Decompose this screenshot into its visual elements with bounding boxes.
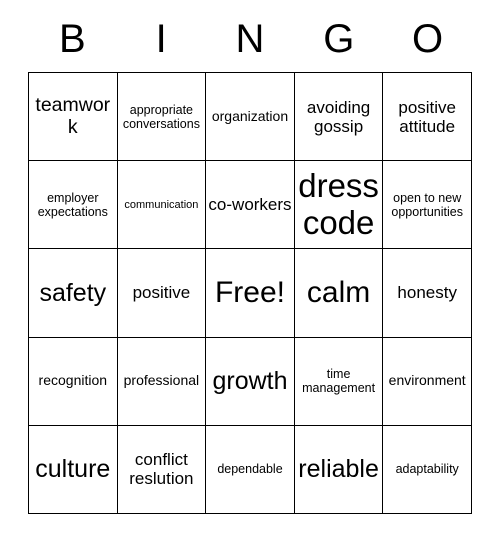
bingo-cell-label: appropriate conversations [122, 102, 200, 131]
bingo-header-letter-o: O [412, 17, 444, 61]
bingo-cell-r1c1[interactable]: teamwork [29, 73, 118, 162]
bingo-cell-r4c4[interactable]: time management [294, 337, 384, 426]
bingo-cell-r5c5[interactable]: adaptability [383, 425, 472, 514]
bingo-cell-r3c2[interactable]: positive [117, 249, 207, 338]
bingo-cell-label: positive [132, 283, 191, 303]
bingo-header-letter-b: B [59, 17, 86, 61]
bingo-cell-label: calm [306, 276, 371, 310]
bingo-cell-r2c5[interactable]: open to new opportunities [383, 161, 472, 250]
bingo-cell-r3c1[interactable]: safety [29, 249, 118, 338]
bingo-header-row: B I N G O [28, 10, 472, 68]
bingo-cell-r3c5[interactable]: honesty [383, 249, 472, 338]
bingo-cell-r2c3[interactable]: co-workers [206, 161, 295, 250]
bingo-cell-r1c4[interactable]: avoiding gossip [294, 73, 384, 162]
bingo-cell-label: culture [35, 455, 111, 484]
bingo-header-letter-i: I [155, 17, 167, 61]
bingo-cell-label: positive attitude [398, 97, 456, 136]
bingo-cell-label: recognition [38, 372, 108, 389]
bingo-cell-r5c4[interactable]: reliable [294, 425, 384, 514]
bingo-header-letter-n: N [235, 17, 265, 61]
bingo-cell-label: dress code [298, 166, 379, 241]
bingo-cell-r5c2[interactable]: conflict reslution [117, 425, 207, 514]
bingo-cell-label: avoiding gossip [306, 97, 371, 136]
bingo-cell-label: communication [124, 198, 199, 211]
bingo-cell-label: environment [388, 372, 466, 389]
bingo-cell-label: reliable [298, 455, 379, 484]
bingo-header-letter-g: G [323, 17, 355, 61]
bingo-card: B I N G O teamwork appropriate conversat… [0, 0, 500, 544]
bingo-cell-r4c3[interactable]: growth [206, 337, 295, 426]
bingo-cell-label: professional [123, 372, 200, 389]
bingo-cell-label: conflict reslution [129, 450, 194, 489]
bingo-cell-r1c5[interactable]: positive attitude [383, 73, 472, 162]
bingo-cell-r3c4[interactable]: calm [294, 249, 384, 338]
bingo-cell-r4c5[interactable]: environment [383, 337, 472, 426]
bingo-cell-label: teamwork [35, 93, 111, 138]
bingo-cell-label: adaptability [395, 462, 459, 477]
bingo-cell-label: safety [39, 278, 107, 307]
bingo-cell-label: honesty [397, 283, 457, 303]
bingo-cell-r5c3[interactable]: dependable [206, 425, 295, 514]
bingo-cell-label: open to new opportunities [391, 190, 463, 219]
bingo-grid: teamwork appropriate conversations organ… [28, 72, 472, 514]
bingo-cell-r4c2[interactable]: professional [117, 337, 207, 426]
bingo-cell-free-space[interactable]: Free! [206, 249, 295, 338]
bingo-cell-label: co-workers [208, 195, 292, 215]
bingo-cell-r2c4[interactable]: dress code [294, 161, 384, 250]
bingo-cell-label: organization [211, 107, 289, 124]
bingo-cell-r1c3[interactable]: organization [206, 73, 295, 162]
bingo-cell-r2c1[interactable]: employer expectations [29, 161, 118, 250]
bingo-cell-r4c1[interactable]: recognition [29, 337, 118, 426]
bingo-cell-label: time management [302, 367, 376, 396]
bingo-cell-r1c2[interactable]: appropriate conversations [117, 73, 207, 162]
bingo-cell-label: employer expectations [37, 190, 108, 219]
bingo-cell-r2c2[interactable]: communication [117, 161, 207, 250]
bingo-cell-label: dependable [217, 462, 283, 477]
bingo-cell-r5c1[interactable]: culture [29, 425, 118, 514]
bingo-free-space-label: Free! [214, 276, 285, 310]
bingo-cell-label: growth [212, 367, 288, 396]
